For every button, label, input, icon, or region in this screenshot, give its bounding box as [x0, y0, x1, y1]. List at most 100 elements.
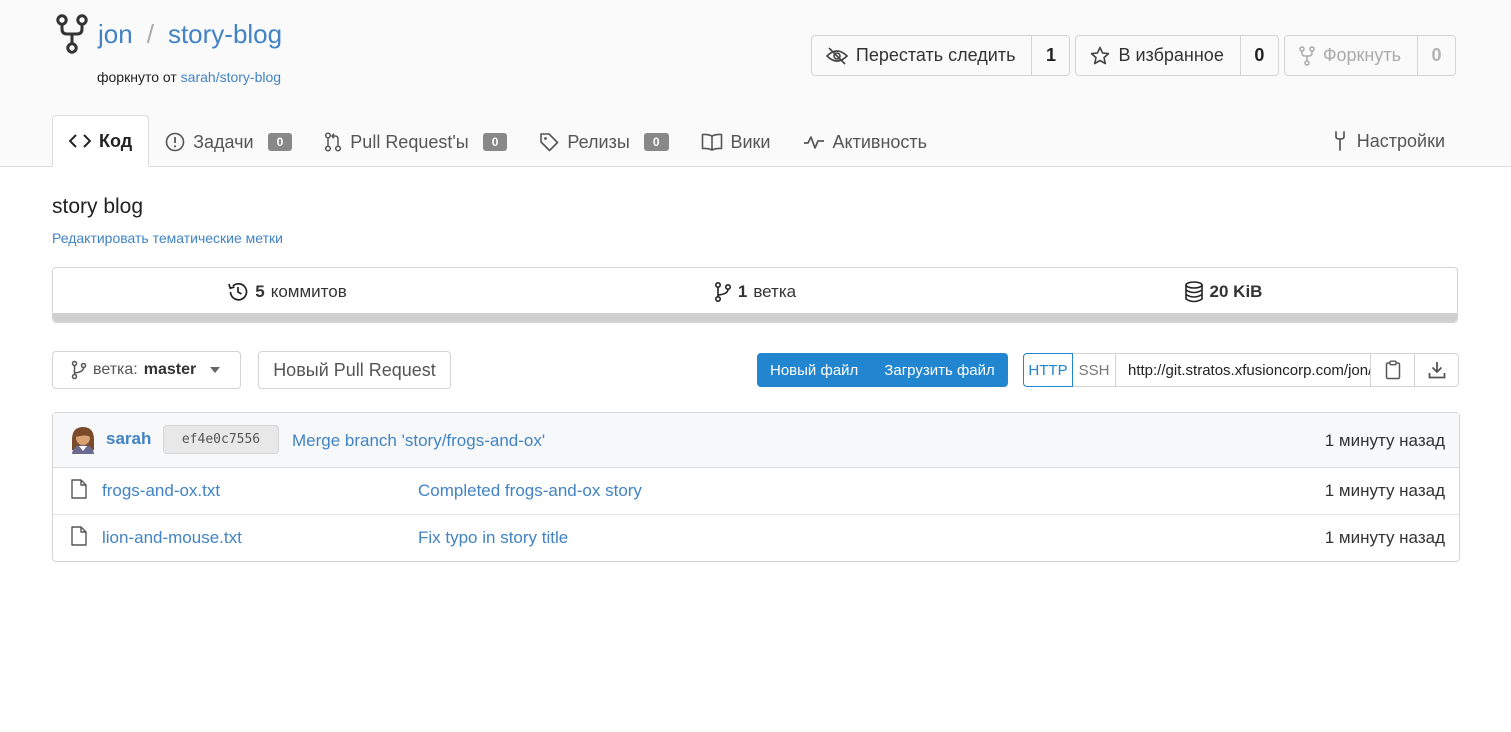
avatar[interactable]	[69, 426, 97, 454]
tab-activity-label: Активность	[832, 131, 928, 152]
repo-stats: 5 коммитов 1 ветка 20 KiB	[52, 267, 1458, 323]
repo-header: jon / story-blog форкнуто от sarah/story…	[0, 0, 1511, 167]
repo-actions: Перестать следить 1 В избранное 0 Форкну…	[810, 35, 1456, 76]
commits-label: коммитов	[270, 281, 347, 301]
branches-count: 1	[737, 281, 748, 301]
size-stat: 20 KiB	[989, 280, 1457, 303]
language-bar	[53, 313, 1457, 322]
star-button[interactable]: В избранное	[1076, 36, 1241, 75]
tag-icon	[540, 133, 559, 152]
commit-time: 1 минуту назад	[1324, 431, 1445, 450]
repo-fork-icon	[56, 14, 88, 54]
tab-issues-label: Задачи	[193, 131, 254, 152]
tab-settings[interactable]: Настройки	[1315, 116, 1461, 166]
file-commit-message-link[interactable]: Completed frogs-and-ox story	[418, 481, 642, 501]
forked-from-link[interactable]: sarah/story-blog	[181, 69, 281, 85]
download-icon	[1428, 362, 1445, 379]
upload-file-button[interactable]: Загрузить файл	[871, 353, 1007, 387]
new-file-button[interactable]: Новый файл	[757, 353, 871, 387]
commit-message-link[interactable]: Merge branch 'story/frogs-and-ox'	[292, 431, 545, 451]
download-button[interactable]	[1415, 353, 1459, 387]
issues-count-badge: 0	[267, 133, 293, 151]
file-icon	[71, 526, 87, 546]
tab-wiki[interactable]: Вики	[685, 117, 787, 167]
tab-code[interactable]: Код	[52, 115, 150, 167]
tab-code-label: Код	[99, 130, 133, 151]
file-name-link[interactable]: lion-and-mouse.txt	[102, 528, 242, 548]
tab-settings-label: Настройки	[1356, 130, 1445, 151]
copy-url-button[interactable]	[1371, 353, 1415, 387]
pull-request-icon	[325, 132, 342, 152]
branch-icon	[714, 281, 731, 302]
pulse-icon	[803, 136, 824, 149]
tab-wiki-label: Вики	[730, 131, 771, 152]
branches-stat[interactable]: 1 ветка	[521, 281, 989, 303]
branch-name: master	[143, 361, 197, 378]
pulls-count-badge: 0	[482, 133, 508, 151]
repo-name-link[interactable]: story-blog	[168, 19, 282, 50]
repo-owner-link[interactable]: jon	[98, 19, 133, 50]
watchers-count[interactable]: 1	[1032, 36, 1069, 75]
forks-count[interactable]: 0	[1418, 36, 1455, 75]
new-pull-request-button[interactable]: Новый Pull Request	[258, 351, 451, 389]
commit-sha-label[interactable]: ef4e0c7556	[163, 425, 279, 454]
star-button-group: В избранное 0	[1075, 35, 1279, 76]
unwatch-label: Перестать следить	[855, 45, 1016, 65]
tab-activity[interactable]: Активность	[787, 117, 944, 167]
repo-separator: /	[146, 18, 154, 49]
clone-panel: HTTP SSH http://git.stratos.xfusioncorp.…	[1023, 353, 1459, 387]
stars-count[interactable]: 0	[1241, 36, 1278, 75]
clone-url-input[interactable]: http://git.stratos.xfusioncorp.com/jon/s…	[1116, 353, 1371, 387]
commit-author-link[interactable]: sarah	[106, 429, 151, 449]
unwatch-button[interactable]: Перестать следить	[812, 36, 1033, 75]
file-icon	[71, 479, 87, 499]
caret-down-icon	[210, 367, 221, 373]
watch-button-group: Перестать следить 1	[810, 35, 1071, 76]
tab-issues[interactable]: Задачи 0	[149, 117, 308, 167]
code-icon	[69, 134, 91, 148]
star-label: В избранное	[1118, 45, 1224, 65]
tab-pulls-label: Pull Request'ы	[350, 131, 469, 152]
ssh-clone-button[interactable]: SSH	[1073, 353, 1116, 387]
http-clone-button[interactable]: HTTP	[1023, 353, 1073, 387]
fork-icon	[1299, 45, 1315, 66]
file-commit-time: 1 минуту назад	[1324, 528, 1445, 547]
releases-count-badge: 0	[643, 133, 669, 151]
tab-releases[interactable]: Релизы 0	[523, 117, 684, 167]
commits-stat[interactable]: 5 коммитов	[53, 281, 521, 303]
book-icon	[701, 133, 722, 151]
issue-icon	[165, 132, 185, 152]
file-table: sarah ef4e0c7556 Merge branch 'story/fro…	[52, 412, 1460, 562]
file-commit-message-link[interactable]: Fix typo in story title	[418, 528, 568, 548]
branch-icon	[71, 360, 87, 380]
table-row: frogs-and-ox.txt Completed frogs-and-ox …	[53, 468, 1459, 515]
wrench-icon	[1334, 131, 1345, 151]
commits-count: 5	[255, 281, 265, 301]
eye-slash-icon	[825, 46, 848, 65]
branch-dropdown[interactable]: ветка: master	[52, 351, 241, 389]
tab-pull-requests[interactable]: Pull Request'ы 0	[308, 117, 523, 167]
file-commit-time: 1 минуту назад	[1324, 481, 1445, 500]
latest-commit-row: sarah ef4e0c7556 Merge branch 'story/fro…	[53, 413, 1459, 468]
database-icon	[1184, 280, 1203, 302]
repo-title: jon / story-blog	[56, 14, 282, 54]
repo-size: 20 KiB	[1209, 281, 1263, 301]
file-name-link[interactable]: frogs-and-ox.txt	[102, 481, 220, 501]
star-icon	[1091, 46, 1110, 64]
tab-releases-label: Релизы	[567, 131, 630, 152]
forked-from: форкнуто от sarah/story-blog	[97, 69, 281, 85]
repo-tabs: Код Задачи 0 Pull Request'ы 0 Релизы 0 В…	[52, 115, 943, 167]
branch-prefix: ветка:	[93, 361, 138, 378]
forked-prefix: форкнуто от	[97, 69, 177, 85]
clipboard-icon	[1385, 360, 1400, 380]
fork-label: Форкнуть	[1322, 45, 1401, 65]
repo-toolbar: ветка: master Новый Pull Request Новый ф…	[52, 351, 1460, 389]
fork-button[interactable]: Форкнуть	[1285, 36, 1418, 75]
file-buttons: Новый файл Загрузить файл	[757, 353, 1008, 387]
repo-description: story blog	[52, 195, 144, 218]
history-icon	[228, 282, 248, 301]
fork-button-group: Форкнуть 0	[1283, 35, 1456, 76]
table-row: lion-and-mouse.txt Fix typo in story tit…	[53, 515, 1459, 561]
branches-label: ветка	[753, 281, 797, 301]
edit-topics-link[interactable]: Редактировать тематические метки	[52, 230, 283, 246]
